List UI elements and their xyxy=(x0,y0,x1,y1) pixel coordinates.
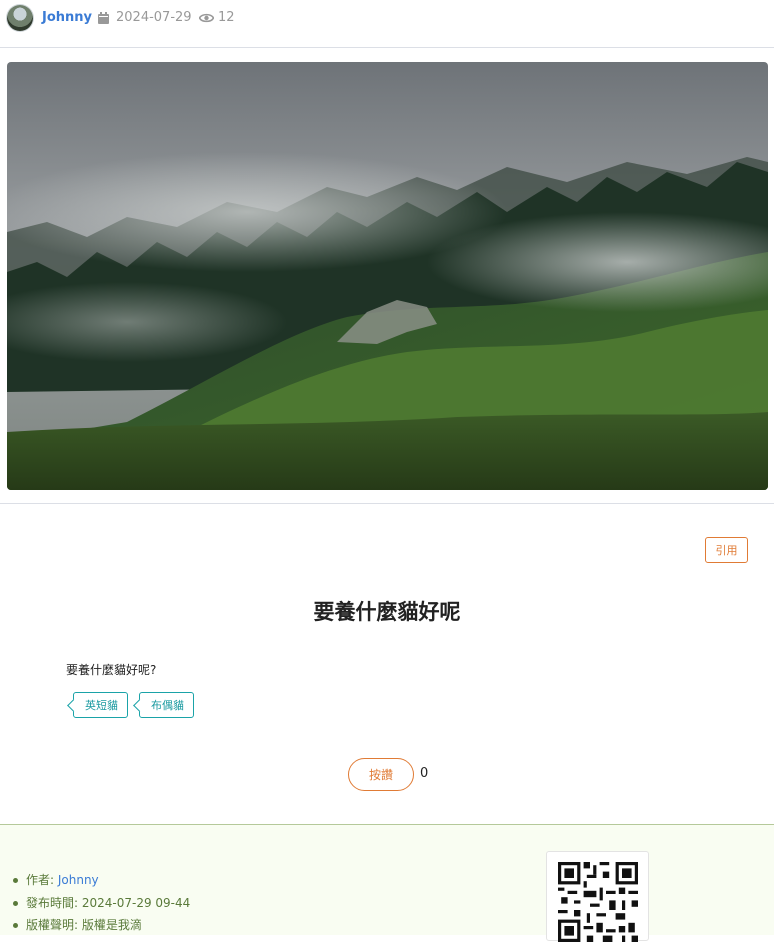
info-published-value: 2024-07-29 09-44 xyxy=(81,895,191,910)
post-title: 要養什麼貓好呢 xyxy=(313,600,461,624)
view-count: 12 xyxy=(218,10,235,25)
info-author-link[interactable]: Johnny xyxy=(58,873,99,887)
tag-ragdoll[interactable]: 布偶貓 xyxy=(139,692,194,718)
post-date: 2024-07-29 xyxy=(116,10,192,25)
eye-icon xyxy=(199,13,214,23)
post-body: 要養什麼貓好呢? xyxy=(66,663,157,677)
info-copyright-label: 版權聲明: xyxy=(26,918,82,932)
like-button[interactable]: 按讚 xyxy=(348,758,414,791)
post-info-list: 作者: Johnny 發布時間: 2024-07-29 09-44 版權聲明: … xyxy=(12,871,190,939)
info-copyright-value: 版權是我滴 xyxy=(81,918,142,932)
info-published: 發布時間: 2024-07-29 09-44 xyxy=(12,894,190,917)
tag-british-shorthair[interactable]: 英短貓 xyxy=(73,692,128,718)
landscape-photo xyxy=(7,62,768,490)
hero-image xyxy=(7,62,768,490)
qr-code-icon xyxy=(558,862,638,942)
author-link[interactable]: Johnny xyxy=(42,10,92,25)
qr-code-card xyxy=(546,851,649,942)
like-count: 0 xyxy=(420,766,429,781)
post-info-box: 作者: Johnny 發布時間: 2024-07-29 09-44 版權聲明: … xyxy=(0,824,774,942)
avatar[interactable] xyxy=(7,5,33,31)
section-divider xyxy=(0,503,774,504)
calendar-icon xyxy=(98,12,109,24)
info-author-label: 作者: xyxy=(26,873,58,887)
post-meta-bar: Johnny 2024-07-29 12 xyxy=(0,0,774,48)
info-author: 作者: Johnny xyxy=(12,871,190,894)
info-copyright: 版權聲明: 版權是我滴 xyxy=(12,916,190,939)
info-published-label: 發布時間: xyxy=(26,895,82,910)
quote-button[interactable]: 引用 xyxy=(705,537,748,563)
